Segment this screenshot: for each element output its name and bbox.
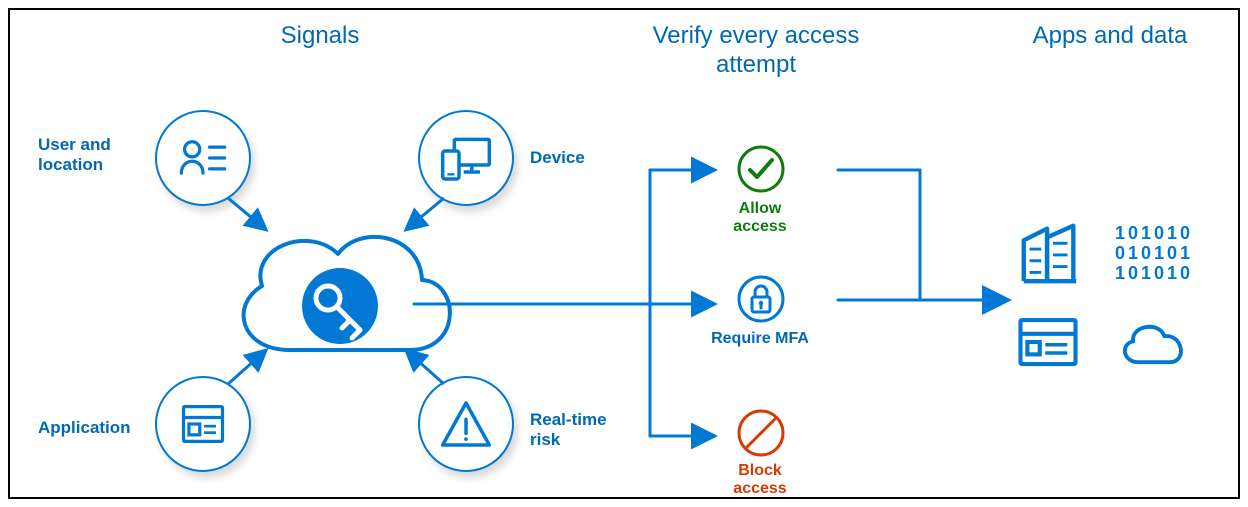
connector-verify-to-apps bbox=[830, 150, 1020, 350]
label-application: Application bbox=[38, 418, 131, 438]
arrow-user-to-cloud bbox=[222, 192, 282, 242]
user-list-icon bbox=[177, 132, 229, 184]
app-window-icon bbox=[177, 398, 229, 450]
binary-data-icon: 101010 010101 101010 bbox=[1115, 223, 1193, 283]
arrow-app-to-cloud bbox=[222, 340, 282, 390]
result-block: Block access bbox=[710, 462, 810, 498]
label-user-location: User and location bbox=[38, 135, 138, 176]
result-mfa: Require MFA bbox=[710, 330, 810, 348]
result-allow: Allow access bbox=[710, 200, 810, 236]
allow-check-icon bbox=[734, 142, 788, 196]
app-window-small-icon bbox=[1015, 313, 1081, 371]
heading-verify: Verify every access attempt bbox=[636, 22, 876, 80]
connector-cloud-to-verify bbox=[412, 140, 732, 470]
cloud-small-icon bbox=[1115, 317, 1193, 371]
mfa-lock-icon bbox=[734, 272, 788, 326]
signal-application bbox=[155, 376, 251, 472]
block-prohibit-icon bbox=[734, 406, 788, 460]
heading-signals: Signals bbox=[240, 22, 400, 51]
heading-apps: Apps and data bbox=[1010, 22, 1210, 51]
buildings-icon bbox=[1015, 217, 1085, 287]
